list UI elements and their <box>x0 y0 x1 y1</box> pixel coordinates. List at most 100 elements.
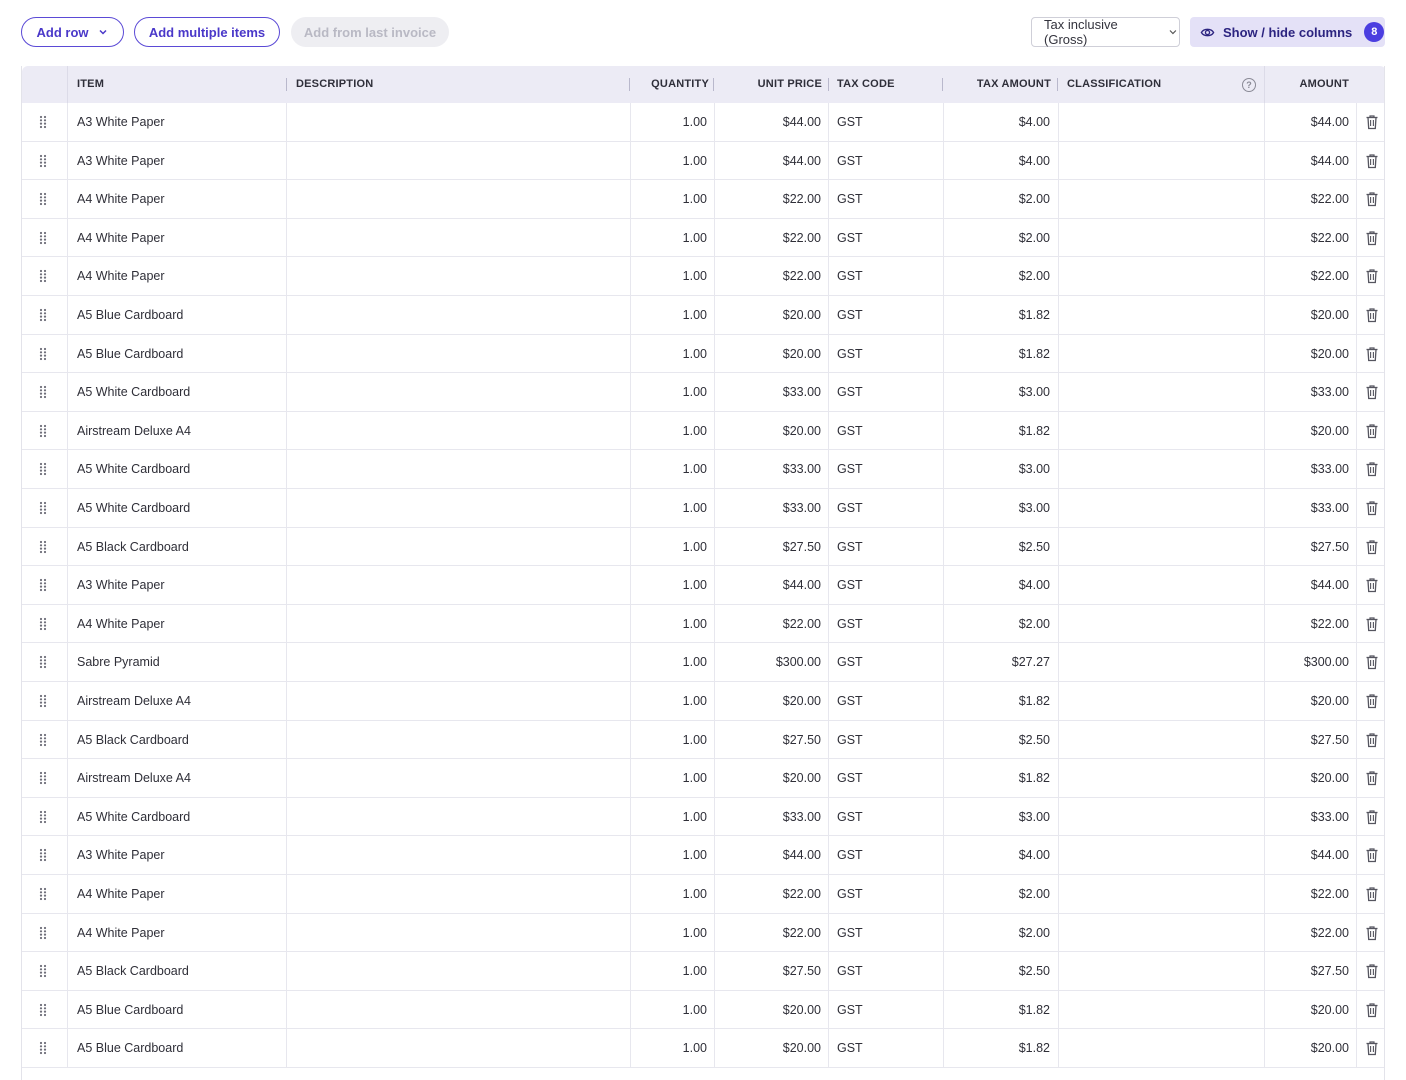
column-header-amount[interactable]: AMOUNT <box>1274 66 1349 103</box>
cell-classification[interactable] <box>1067 914 1252 952</box>
cell-quantity[interactable]: 1.00 <box>634 412 707 450</box>
column-resizer[interactable] <box>1057 78 1058 91</box>
cell-tax-amount[interactable]: $1.82 <box>952 682 1050 720</box>
cell-tax-code[interactable]: GST <box>837 643 932 681</box>
cell-description[interactable] <box>296 759 616 797</box>
cell-quantity[interactable]: 1.00 <box>634 528 707 566</box>
cell-unit-price[interactable]: $22.00 <box>722 914 821 952</box>
drag-handle-icon[interactable] <box>39 848 47 862</box>
drag-handle-icon[interactable] <box>39 269 47 283</box>
cell-tax-amount[interactable]: $4.00 <box>952 103 1050 141</box>
cell-description[interactable] <box>296 180 616 218</box>
column-header-item[interactable]: ITEM <box>77 66 104 103</box>
cell-quantity[interactable]: 1.00 <box>634 373 707 411</box>
cell-classification[interactable] <box>1067 605 1252 643</box>
cell-quantity[interactable]: 1.00 <box>634 759 707 797</box>
cell-unit-price[interactable]: $20.00 <box>722 759 821 797</box>
cell-unit-price[interactable]: $33.00 <box>722 450 821 488</box>
cell-description[interactable] <box>296 103 616 141</box>
cell-classification[interactable] <box>1067 759 1252 797</box>
cell-quantity[interactable]: 1.00 <box>634 991 707 1029</box>
cell-unit-price[interactable]: $27.50 <box>722 528 821 566</box>
cell-quantity[interactable]: 1.00 <box>634 489 707 527</box>
cell-tax-code[interactable]: GST <box>837 257 932 295</box>
cell-classification[interactable] <box>1067 836 1252 874</box>
cell-quantity[interactable]: 1.00 <box>634 257 707 295</box>
cell-tax-amount[interactable]: $2.50 <box>952 952 1050 990</box>
drag-handle-icon[interactable] <box>39 192 47 206</box>
cell-tax-code[interactable]: GST <box>837 180 932 218</box>
cell-quantity[interactable]: 1.00 <box>634 605 707 643</box>
drag-handle-icon[interactable] <box>39 1041 47 1055</box>
cell-item[interactable]: A5 White Cardboard <box>77 450 277 488</box>
cell-classification[interactable] <box>1067 798 1252 836</box>
cell-tax-code[interactable]: GST <box>837 450 932 488</box>
cell-item[interactable]: A4 White Paper <box>77 875 277 913</box>
cell-description[interactable] <box>296 682 616 720</box>
cell-tax-code[interactable]: GST <box>837 296 932 334</box>
cell-classification[interactable] <box>1067 643 1252 681</box>
drag-handle-icon[interactable] <box>39 501 47 515</box>
cell-amount[interactable]: $20.00 <box>1274 682 1349 720</box>
cell-item[interactable]: A5 White Cardboard <box>77 798 277 836</box>
cell-description[interactable] <box>296 991 616 1029</box>
cell-item[interactable]: A3 White Paper <box>77 142 277 180</box>
cell-tax-code[interactable]: GST <box>837 412 932 450</box>
trash-icon[interactable] <box>1365 153 1379 169</box>
cell-classification[interactable] <box>1067 489 1252 527</box>
cell-unit-price[interactable]: $20.00 <box>722 412 821 450</box>
drag-handle-icon[interactable] <box>39 733 47 747</box>
cell-item[interactable]: A4 White Paper <box>77 605 277 643</box>
trash-icon[interactable] <box>1365 654 1379 670</box>
cell-tax-amount[interactable]: $2.00 <box>952 257 1050 295</box>
drag-handle-icon[interactable] <box>39 617 47 631</box>
cell-quantity[interactable]: 1.00 <box>634 142 707 180</box>
cell-tax-amount[interactable]: $2.50 <box>952 528 1050 566</box>
cell-unit-price[interactable]: $27.50 <box>722 721 821 759</box>
cell-classification[interactable] <box>1067 373 1252 411</box>
cell-tax-code[interactable]: GST <box>837 759 932 797</box>
cell-amount[interactable]: $22.00 <box>1274 875 1349 913</box>
cell-quantity[interactable]: 1.00 <box>634 914 707 952</box>
cell-description[interactable] <box>296 412 616 450</box>
cell-description[interactable] <box>296 875 616 913</box>
drag-handle-icon[interactable] <box>39 655 47 669</box>
cell-classification[interactable] <box>1067 875 1252 913</box>
drag-handle-icon[interactable] <box>39 385 47 399</box>
cell-amount[interactable]: $33.00 <box>1274 489 1349 527</box>
cell-unit-price[interactable]: $20.00 <box>722 335 821 373</box>
trash-icon[interactable] <box>1365 423 1379 439</box>
cell-amount[interactable]: $33.00 <box>1274 798 1349 836</box>
cell-tax-code[interactable]: GST <box>837 605 932 643</box>
cell-amount[interactable]: $27.50 <box>1274 721 1349 759</box>
drag-handle-icon[interactable] <box>39 424 47 438</box>
cell-unit-price[interactable]: $300.00 <box>722 643 821 681</box>
cell-unit-price[interactable]: $33.00 <box>722 373 821 411</box>
cell-item[interactable]: A5 White Cardboard <box>77 489 277 527</box>
cell-tax-amount[interactable]: $3.00 <box>952 373 1050 411</box>
cell-description[interactable] <box>296 257 616 295</box>
trash-icon[interactable] <box>1365 732 1379 748</box>
drag-handle-icon[interactable] <box>39 694 47 708</box>
drag-handle-icon[interactable] <box>39 1003 47 1017</box>
cell-tax-amount[interactable]: $3.00 <box>952 450 1050 488</box>
trash-icon[interactable] <box>1365 230 1379 246</box>
cell-unit-price[interactable]: $44.00 <box>722 566 821 604</box>
trash-icon[interactable] <box>1365 114 1379 130</box>
cell-classification[interactable] <box>1067 682 1252 720</box>
cell-tax-code[interactable]: GST <box>837 836 932 874</box>
cell-unit-price[interactable]: $44.00 <box>722 103 821 141</box>
cell-classification[interactable] <box>1067 991 1252 1029</box>
cell-tax-amount[interactable]: $1.82 <box>952 991 1050 1029</box>
cell-tax-code[interactable]: GST <box>837 991 932 1029</box>
cell-tax-amount[interactable]: $2.00 <box>952 605 1050 643</box>
cell-classification[interactable] <box>1067 296 1252 334</box>
cell-amount[interactable]: $20.00 <box>1274 991 1349 1029</box>
cell-description[interactable] <box>296 373 616 411</box>
drag-handle-icon[interactable] <box>39 540 47 554</box>
cell-tax-code[interactable]: GST <box>837 373 932 411</box>
trash-icon[interactable] <box>1365 577 1379 593</box>
trash-icon[interactable] <box>1365 307 1379 323</box>
cell-tax-amount[interactable]: $1.82 <box>952 335 1050 373</box>
cell-classification[interactable] <box>1067 952 1252 990</box>
